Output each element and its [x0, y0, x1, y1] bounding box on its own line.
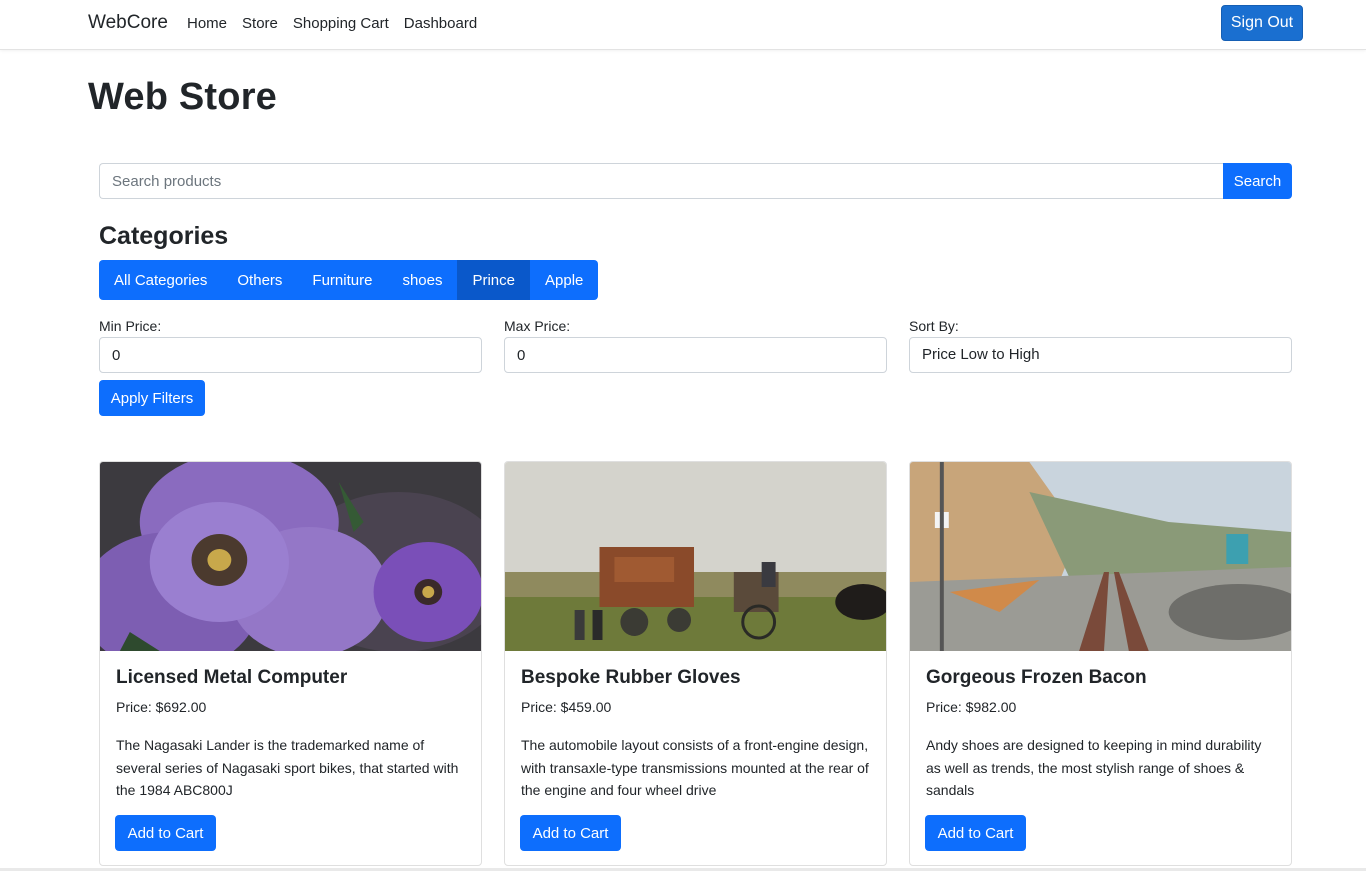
min-price-input[interactable] — [99, 337, 482, 373]
product-card: Gorgeous Frozen Bacon Price: $982.00 And… — [909, 461, 1292, 866]
category-button-group: All Categories Others Furniture shoes Pr… — [99, 260, 599, 300]
nav-link-store[interactable]: Store — [242, 15, 278, 32]
product-image — [100, 462, 481, 651]
nav-links: Home Store Shopping Cart Dashboard — [187, 15, 492, 32]
category-prince[interactable]: Prince — [457, 260, 530, 300]
page-title: Web Store — [88, 76, 278, 118]
category-all-categories[interactable]: All Categories — [99, 260, 223, 300]
category-shoes[interactable]: shoes — [387, 260, 458, 300]
product-description: The automobile layout consists of a fron… — [521, 737, 869, 798]
product-image — [505, 462, 886, 651]
product-price: Price: $692.00 — [116, 699, 207, 715]
product-price: Price: $459.00 — [521, 699, 612, 715]
max-price-label: Max Price: — [504, 318, 571, 334]
category-apple[interactable]: Apple — [530, 260, 599, 300]
nav-link-shopping-cart[interactable]: Shopping Cart — [293, 15, 389, 32]
category-others[interactable]: Others — [222, 260, 298, 300]
search-bar: Search — [99, 163, 1292, 199]
add-to-cart-button[interactable]: Add to Cart — [520, 815, 621, 851]
product-title[interactable]: Gorgeous Frozen Bacon — [926, 667, 1147, 689]
add-to-cart-button[interactable]: Add to Cart — [925, 815, 1026, 851]
search-input[interactable] — [99, 163, 1223, 199]
product-card: Licensed Metal Computer Price: $692.00 T… — [99, 461, 482, 866]
min-price-label: Min Price: — [99, 318, 162, 334]
product-title[interactable]: Bespoke Rubber Gloves — [521, 667, 741, 689]
sort-by-label: Sort By: — [909, 318, 959, 334]
product-description: The Nagasaki Lander is the trademarked n… — [116, 737, 459, 798]
add-to-cart-button[interactable]: Add to Cart — [115, 815, 216, 851]
top-navbar: WebCore Home Store Shopping Cart Dashboa… — [0, 0, 1366, 50]
max-price-input[interactable] — [504, 337, 887, 373]
product-card: Bespoke Rubber Gloves Price: $459.00 The… — [504, 461, 887, 866]
categories-heading: Categories — [99, 222, 229, 250]
sort-by-select[interactable]: Price Low to High — [909, 337, 1292, 373]
product-description: Andy shoes are designed to keeping in mi… — [926, 737, 1262, 798]
sign-out-button[interactable]: Sign Out — [1221, 5, 1303, 41]
nav-link-home[interactable]: Home — [187, 15, 227, 32]
category-furniture[interactable]: Furniture — [297, 260, 388, 300]
product-price: Price: $982.00 — [926, 699, 1017, 715]
nav-link-dashboard[interactable]: Dashboard — [404, 15, 477, 32]
search-button[interactable]: Search — [1223, 163, 1292, 199]
product-image — [910, 462, 1291, 651]
apply-filters-button[interactable]: Apply Filters — [99, 380, 205, 416]
product-title[interactable]: Licensed Metal Computer — [116, 667, 347, 689]
brand-logo[interactable]: WebCore — [88, 12, 168, 34]
